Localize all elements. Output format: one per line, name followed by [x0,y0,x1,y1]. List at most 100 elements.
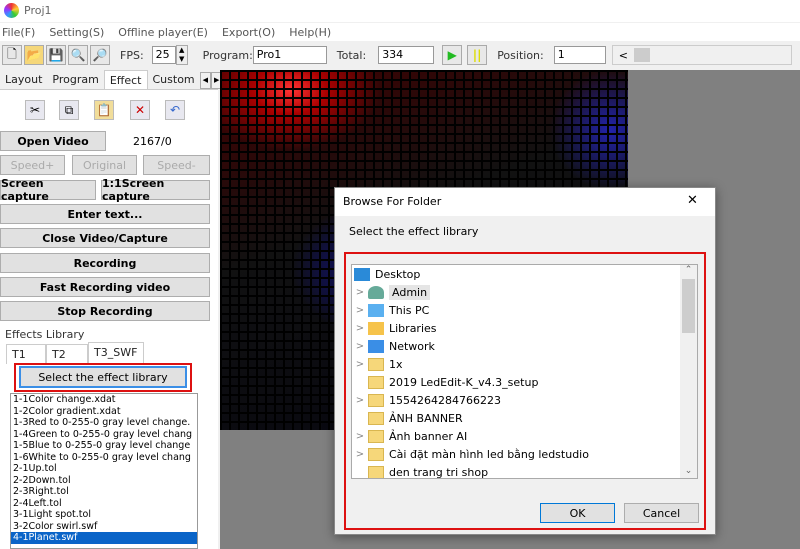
tree-item[interactable]: Desktop [352,265,420,283]
menu-offline-player[interactable]: Offline player(E) [118,26,208,39]
expand-chevron-icon[interactable]: > [352,359,368,370]
tree-item[interactable]: > Network [352,337,435,355]
original-speed-button[interactable]: Original [72,155,137,175]
expand-chevron-icon[interactable]: > [352,305,368,316]
tab-scroll-left-icon[interactable]: ◀ [199,72,212,89]
list-item[interactable]: 1-3Red to 0-255-0 gray level change. [11,417,197,429]
cancel-button[interactable]: Cancel [624,503,699,523]
fps-input[interactable]: 25 [151,46,176,64]
list-item[interactable]: 2-4Left.tol [11,498,197,510]
tree-item[interactable]: > This PC [352,301,429,319]
scroll-down-icon[interactable]: ⌄ [680,466,697,476]
select-effect-library-button[interactable]: Select the effect library [19,366,187,388]
position-scrollbar[interactable]: < [611,45,792,65]
zoom-out-icon[interactable]: 🔎 [90,45,110,65]
scroll-thumb[interactable] [633,48,650,62]
menu-file[interactable]: File(F) [2,26,35,39]
library-tab-t1[interactable]: T1 [6,344,46,364]
desktop-icon [354,267,370,281]
expand-chevron-icon[interactable]: > [352,431,368,442]
tree-item[interactable]: ẢNH BANNER [352,409,463,427]
menu-export[interactable]: Export(O) [222,26,275,39]
tree-item[interactable]: > Cài đặt màn hình led bằng ledstudio [352,445,589,463]
tree-item-label: 1x [389,357,403,371]
dialog-title-bar: Browse For Folder ✕ [335,188,715,216]
new-file-icon[interactable]: 🗋 [2,45,22,65]
tree-item[interactable]: > Admin [352,283,431,301]
speed-plus-button[interactable]: Speed+ [0,155,65,175]
copy-icon[interactable]: ⧉ [59,100,79,120]
tab-layout[interactable]: Layout [0,70,47,89]
menu-help[interactable]: Help(H) [289,26,331,39]
list-item[interactable]: 1-5Blue to 0-255-0 gray level change [11,440,197,452]
undo-icon[interactable]: ↶ [165,100,185,120]
tree-item-label: 2019 LedEdit-K_v4.3_setup [389,375,539,389]
pause-icon[interactable]: || [467,45,488,65]
enter-text-button[interactable]: Enter text... [0,204,210,224]
total-label: Total: [336,48,367,62]
delete-icon[interactable]: ✕ [130,100,150,120]
tree-item[interactable]: 2019 LedEdit-K_v4.3_setup [352,373,538,391]
library-tab-t3-swf[interactable]: T3_SWF [88,342,144,364]
scroll-up-icon[interactable]: ⌃ [680,265,697,275]
expand-chevron-icon[interactable]: > [352,323,368,334]
expand-chevron-icon[interactable]: > [352,287,368,298]
tree-item-label: Network [389,339,435,353]
list-item[interactable]: 1-1Color change.xdat [11,394,197,406]
ok-button[interactable]: OK [540,503,615,523]
menu-setting[interactable]: Setting(S) [49,26,104,39]
tree-item-label: den trang tri shop [389,465,489,479]
speed-minus-button[interactable]: Speed- [143,155,210,175]
tree-scrollbar[interactable]: ⌃ ⌄ [680,265,697,478]
list-item[interactable]: 2-1Up.tol [11,463,197,475]
main-tabs: Layout Program Effect Custom ◀ ▶ [0,70,223,90]
screen-capture-button[interactable]: Screen capture [0,177,96,203]
stop-recording-button[interactable]: Stop Recording [0,301,210,321]
list-item[interactable]: 3-2Color swirl.swf [11,521,197,533]
tab-custom[interactable]: Custom [148,70,200,89]
list-item[interactable]: 2-3Right.tol [11,486,197,498]
recording-button[interactable]: Recording [0,253,210,273]
fps-stepper[interactable]: ▲ ▼ [175,45,188,65]
folder-icon [368,357,384,371]
tree-item[interactable]: >1554264284766223 [352,391,501,409]
screen-capture-1to1-button[interactable]: 1:1Screen capture [101,177,210,203]
tab-effect[interactable]: Effect [103,70,148,89]
total-input[interactable]: 334 [378,46,435,64]
list-item[interactable]: 2-2Down.tol [11,475,197,487]
expand-chevron-icon[interactable]: > [352,341,368,352]
tree-item-label: Admin [389,284,431,300]
scroll-thumb[interactable] [682,279,695,333]
zoom-in-icon[interactable]: 🔍 [68,45,88,65]
tree-item[interactable]: > Ảnh banner AI [352,427,467,445]
effects-list[interactable]: 1-1Color change.xdat 1-2Color gradient.x… [10,393,198,549]
tree-item[interactable]: > Libraries [352,319,437,337]
title-bar: Proj1 [0,0,800,22]
list-item[interactable]: 1-2Color gradient.xdat [11,406,197,418]
tree-item[interactable]: >1x [352,355,403,373]
tree-item[interactable]: den trang tri shop [352,463,489,479]
scroll-left-button[interactable]: < [619,49,628,62]
position-input[interactable]: 1 [553,46,606,64]
program-input[interactable]: Pro1 [252,46,327,64]
expand-chevron-icon[interactable]: > [352,395,368,406]
list-item-selected[interactable]: 4-1Planet.swf [11,532,197,544]
open-video-button[interactable]: Open Video [0,131,106,151]
cut-icon[interactable]: ✂ [25,100,45,120]
list-item[interactable]: 1-4Green to 0-255-0 gray level chang [11,429,197,441]
open-folder-icon[interactable]: 📂 [24,45,44,65]
expand-chevron-icon[interactable]: > [352,449,368,460]
computer-icon [368,303,384,317]
paste-icon[interactable]: 📋 [94,100,114,120]
list-item[interactable]: 3-1Light spot.tol [11,509,197,521]
play-icon[interactable]: ▶ [442,45,463,65]
save-icon[interactable]: 💾 [46,45,66,65]
fast-recording-button[interactable]: Fast Recording video [0,277,210,297]
tab-program[interactable]: Program [47,70,103,89]
library-tab-t2[interactable]: T2 [46,344,88,364]
folder-tree[interactable]: Desktop > Admin > This PC > Libraries > Network >… [351,264,698,479]
close-icon[interactable]: ✕ [687,193,698,208]
close-video-button[interactable]: Close Video/Capture [0,228,210,248]
list-item[interactable]: 1-6White to 0-255-0 gray level chang [11,452,197,464]
program-label: Program: [202,48,253,62]
